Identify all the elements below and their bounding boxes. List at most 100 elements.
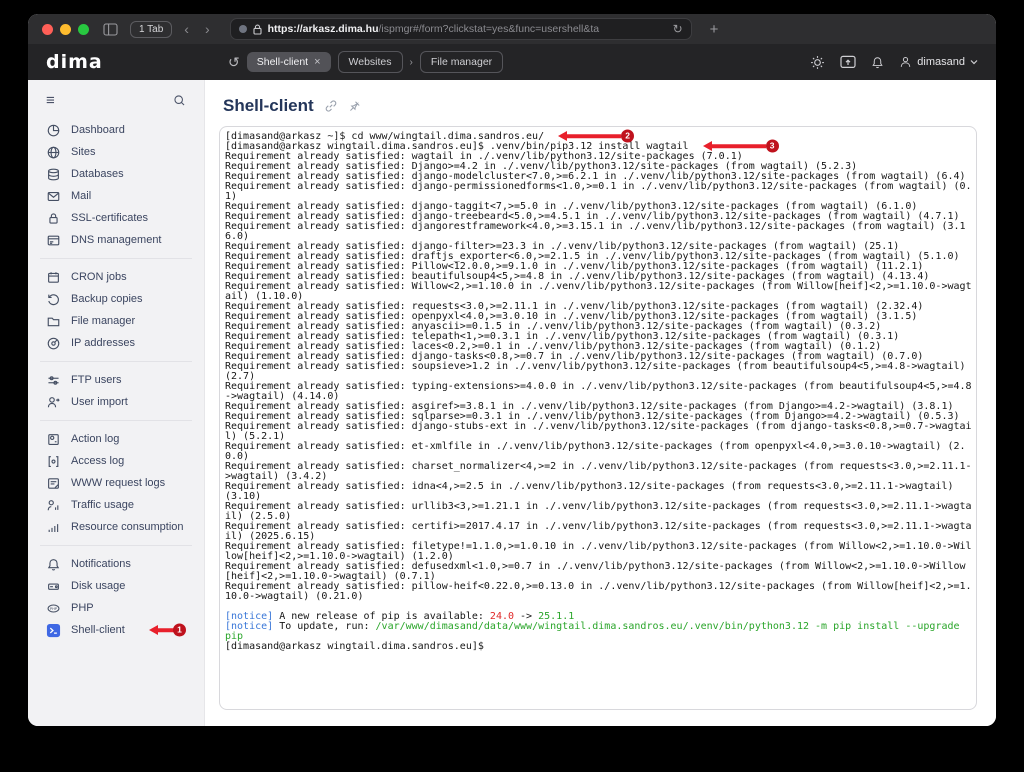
sidebar-item-ip-addresses[interactable]: IP addresses — [28, 332, 204, 354]
user-icon — [899, 55, 912, 69]
breadcrumb-chevron-icon: › — [410, 57, 413, 68]
sidebar-item-label: FTP users — [71, 374, 122, 386]
sidebar-item-label: PHP — [71, 602, 94, 614]
sidebar-item-ssl-certificates[interactable]: SSL-certificates — [28, 207, 204, 229]
screen-share-icon[interactable] — [840, 55, 856, 69]
reload-icon[interactable]: ↻ — [673, 22, 683, 36]
sidebar-item-shell-client[interactable]: Shell-client1 — [28, 619, 204, 641]
tab-websites[interactable]: Websites — [338, 51, 403, 73]
php-icon: PHP — [46, 601, 61, 616]
terminal-line: Requirement already satisfied: et-xmlfil… — [225, 442, 972, 462]
sidebar-item-file-manager[interactable]: File manager — [28, 310, 204, 332]
sidebar-item-cron-jobs[interactable]: CRON jobs — [28, 266, 204, 288]
cron-icon — [46, 270, 61, 285]
sidebar-item-databases[interactable]: Databases — [28, 163, 204, 185]
sidebar-item-php[interactable]: PHP PHP — [28, 597, 204, 619]
page-dot-icon — [239, 25, 247, 33]
resource-icon — [46, 520, 61, 535]
dima-logo[interactable]: dima — [46, 51, 103, 73]
terminal-line: Requirement already satisfied: Willow<2,… — [225, 282, 972, 302]
sidebar-item-dashboard[interactable]: Dashboard — [28, 119, 204, 141]
sidebar-item-ftp-users[interactable]: FTP users — [28, 369, 204, 391]
arrow-shaft — [711, 144, 766, 148]
sidebar-item-notifications[interactable]: Notifications — [28, 553, 204, 575]
tab-count-button[interactable]: 1 Tab — [130, 21, 172, 38]
window-controls — [42, 24, 89, 35]
sidebar-item-dns-management[interactable]: DNS management — [28, 229, 204, 251]
link-icon[interactable] — [324, 99, 338, 113]
address-bar[interactable]: https://arkasz.dima.hu/ispmgr#/form?clic… — [230, 18, 692, 40]
tab-file-manager[interactable]: File manager — [420, 51, 503, 73]
new-tab-button[interactable]: + — [710, 21, 719, 38]
svg-text:PHP: PHP — [50, 606, 58, 610]
wwwlogs-icon — [46, 476, 61, 491]
dns-icon — [46, 233, 61, 248]
minimize-window-button[interactable] — [60, 24, 71, 35]
files-icon — [46, 314, 61, 329]
url-text: https://arkasz.dima.hu/ispmgr#/form?clic… — [268, 23, 667, 35]
terminal-panel[interactable]: [dimasand@arkasz ~]$ cd www/wingtail.dim… — [219, 126, 977, 710]
sidebar-item-label: Resource consumption — [71, 521, 184, 533]
shell-icon — [46, 623, 61, 638]
tab-file-manager-label: File manager — [431, 56, 492, 68]
terminal-line: Requirement already satisfied: filetype!… — [225, 542, 972, 562]
notifications-bell-icon[interactable] — [871, 55, 884, 70]
close-window-button[interactable] — [42, 24, 53, 35]
close-icon[interactable]: × — [314, 56, 320, 68]
sidebar-item-action-log[interactable]: Action log — [28, 428, 204, 450]
page-title: Shell-client — [223, 96, 314, 116]
sidebar-item-label: CRON jobs — [71, 271, 127, 283]
zoom-window-button[interactable] — [78, 24, 89, 35]
url-path: /ispmgr#/form?clickstat=yes&func=usershe… — [379, 23, 600, 35]
lock-icon — [253, 24, 262, 35]
terminal-line: Requirement already satisfied: charset_n… — [225, 462, 972, 482]
session-history-icon[interactable]: ↺ — [228, 54, 240, 71]
terminal-line: Requirement already satisfied: certifi>=… — [225, 522, 972, 542]
terminal-line: Requirement already satisfied: defusedxm… — [225, 562, 972, 582]
sidebar-item-mail[interactable]: Mail — [28, 185, 204, 207]
sidebar-item-access-log[interactable]: Access log — [28, 450, 204, 472]
sidebar-item-label: Traffic usage — [71, 499, 134, 511]
panel-tab-bar: ↺ Shell-client × Websites › File manager — [228, 51, 503, 73]
pin-icon[interactable] — [348, 100, 361, 113]
sidebar-divider — [40, 258, 192, 259]
disk-icon — [46, 579, 61, 594]
search-icon[interactable] — [173, 94, 186, 107]
terminal-line: Requirement already satisfied: pillow-he… — [225, 582, 972, 602]
traffic-icon — [46, 498, 61, 513]
terminal-line: Requirement already satisfied: idna<4,>=… — [225, 482, 972, 502]
sidebar-item-label: SSL-certificates — [71, 212, 148, 224]
sidebar-item-label: Access log — [71, 455, 124, 467]
url-host: https://arkasz.dima.hu — [268, 23, 379, 35]
forward-button[interactable]: › — [201, 21, 214, 37]
header-actions: dimasand — [810, 55, 978, 70]
tab-shell-client[interactable]: Shell-client × — [247, 52, 331, 72]
annotation-arrow-3: 3 — [703, 142, 779, 150]
theme-icon[interactable] — [810, 55, 825, 70]
panel-header: dima ↺ Shell-client × Websites › File ma… — [28, 44, 996, 80]
sidebar-item-sites[interactable]: Sites — [28, 141, 204, 163]
sidebar-item-label: IP addresses — [71, 337, 135, 349]
user-menu[interactable]: dimasand — [899, 55, 978, 69]
sidebar-item-backup-copies[interactable]: Backup copies — [28, 288, 204, 310]
terminal-line: Requirement already satisfied: soupsieve… — [225, 362, 972, 382]
hamburger-menu-icon[interactable]: ≡ — [46, 92, 55, 109]
sidebar-item-label: User import — [71, 396, 128, 408]
tab-websites-label: Websites — [349, 56, 392, 68]
ssl-icon — [46, 211, 61, 226]
page-title-row: Shell-client — [219, 92, 976, 126]
sidebar-item-user-import[interactable]: User import — [28, 391, 204, 413]
back-button[interactable]: ‹ — [180, 21, 193, 37]
sidebar-item-traffic-usage[interactable]: Traffic usage — [28, 494, 204, 516]
sidebar-item-resource-consumption[interactable]: Resource consumption — [28, 516, 204, 538]
sidebar-item-disk-usage[interactable]: Disk usage — [28, 575, 204, 597]
ip-icon — [46, 336, 61, 351]
annotation-arrow-2: 2 — [558, 132, 634, 140]
sidebar-item-label: Sites — [71, 146, 95, 158]
terminal-line: Requirement already satisfied: django-st… — [225, 422, 972, 442]
tab-shell-client-label: Shell-client — [257, 56, 308, 68]
browser-sidebar-toggle-icon[interactable] — [103, 23, 118, 36]
main-content: Shell-client [dimasand@arkasz ~]$ cd www… — [205, 80, 996, 726]
chevron-down-icon — [970, 59, 978, 65]
sidebar-item-www-request-logs[interactable]: WWW request logs — [28, 472, 204, 494]
